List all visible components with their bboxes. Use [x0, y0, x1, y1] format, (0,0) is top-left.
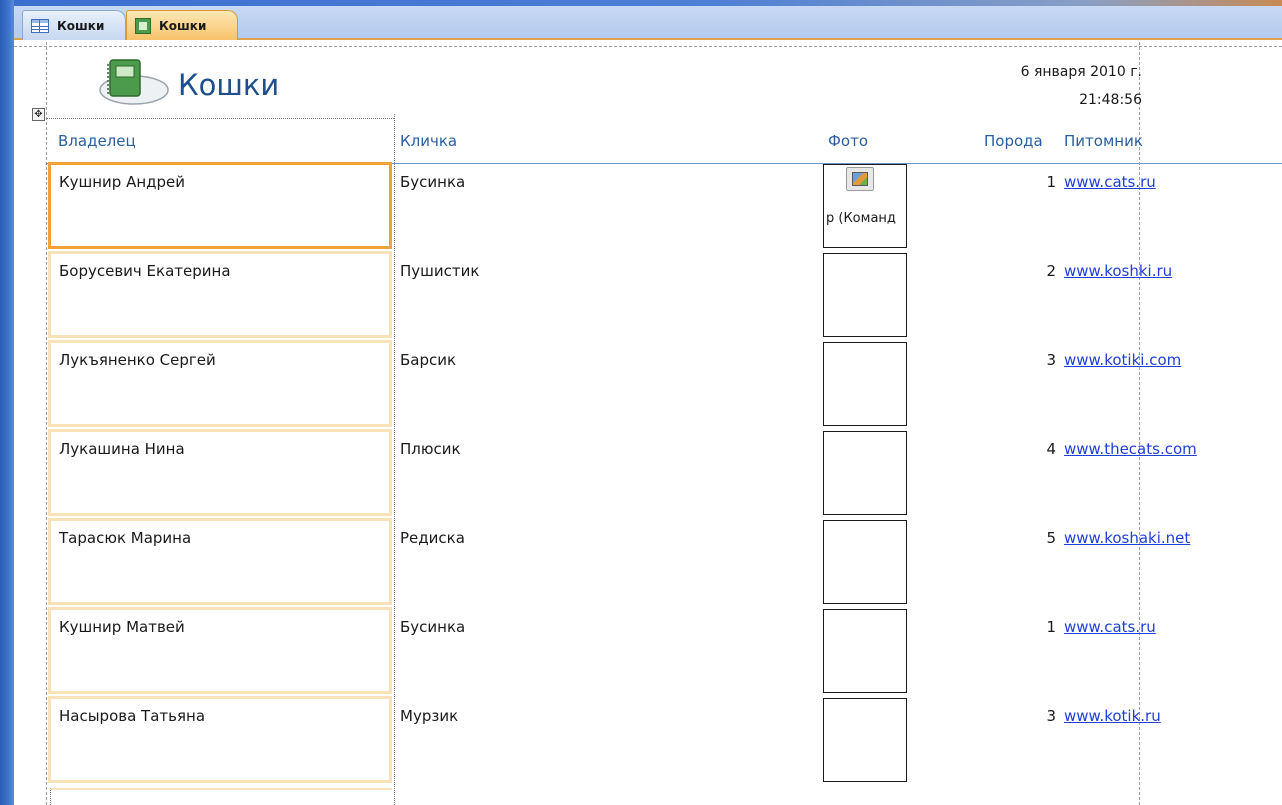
nursery-link[interactable]: www.kotik.ru: [1064, 707, 1161, 725]
photo-field[interactable]: [823, 342, 907, 426]
layout-move-handle[interactable]: ✥: [32, 108, 45, 121]
table-icon: [31, 18, 49, 33]
tab-report-koshki[interactable]: Кошки: [126, 10, 238, 40]
nursery-link[interactable]: www.koshaki.net: [1064, 529, 1190, 547]
nick-field[interactable]: Редиска: [400, 529, 465, 547]
nursery-link[interactable]: www.kotiki.com: [1064, 351, 1181, 369]
breed-field[interactable]: 3: [1014, 707, 1056, 725]
photo-field[interactable]: р (Команд: [823, 164, 907, 248]
tab-label: Кошки: [159, 18, 207, 33]
nursery-link[interactable]: www.cats.ru: [1064, 173, 1156, 191]
breed-field[interactable]: 3: [1014, 351, 1056, 369]
breed-field[interactable]: 2: [1014, 262, 1056, 280]
report-row: Лукъяненко Сергей Барсик 3 www.kotiki.co…: [14, 340, 1282, 429]
column-header-nursery: Питомник: [1064, 132, 1143, 150]
nick-field[interactable]: Пушистик: [400, 262, 479, 280]
report-row: Кушнир Андрей Бусинка р (Команд 1 www.ca…: [14, 162, 1282, 251]
nursery-link[interactable]: www.thecats.com: [1064, 440, 1197, 458]
photo-field[interactable]: [823, 609, 907, 693]
owner-field[interactable]: Тарасюк Марина: [48, 518, 392, 605]
photo-field[interactable]: [823, 698, 907, 782]
report-row: Тарасюк Марина Редиска 5 www.koshaki.net: [14, 518, 1282, 607]
tab-label: Кошки: [57, 18, 105, 33]
report-row: Насырова Татьяна Мурзик 3 www.kotik.ru: [14, 696, 1282, 785]
column-header-breed: Порода: [984, 132, 1043, 150]
breed-field[interactable]: 5: [1014, 529, 1056, 547]
owner-field[interactable]: Кушнир Матвей: [48, 607, 392, 694]
report-time: 21:48:56: [1079, 92, 1142, 108]
owner-field[interactable]: Лукашина Нина: [48, 429, 392, 516]
breed-field[interactable]: 1: [1014, 618, 1056, 636]
image-attachment-icon: [846, 167, 874, 191]
breed-field[interactable]: 1: [1014, 173, 1056, 191]
document-tab-strip: Кошки Кошки: [14, 6, 1282, 40]
next-record-stub: [50, 788, 392, 805]
nick-field[interactable]: Барсик: [400, 351, 456, 369]
nursery-link[interactable]: www.cats.ru: [1064, 618, 1156, 636]
photo-caption: р (Команд: [826, 211, 896, 226]
column-header-nick: Кличка: [400, 132, 458, 150]
nick-field[interactable]: Мурзик: [400, 707, 458, 725]
owner-field[interactable]: Насырова Татьяна: [48, 696, 392, 783]
owner-field[interactable]: Кушнир Андрей: [48, 162, 392, 249]
nick-field[interactable]: Бусинка: [400, 618, 465, 636]
report-icon: [135, 17, 151, 34]
nick-field[interactable]: Плюсик: [400, 440, 461, 458]
column-header-owner: Владелец: [58, 132, 136, 150]
photo-field[interactable]: [823, 253, 907, 337]
owner-field[interactable]: Борусевич Екатерина: [48, 251, 392, 338]
nick-field[interactable]: Бусинка: [400, 173, 465, 191]
column-header-photo: Фото: [828, 132, 869, 150]
layout-guide: [46, 118, 394, 119]
report-date: 6 января 2010 г.: [1020, 64, 1142, 80]
window-frame-left: [0, 0, 14, 805]
report-row: Лукашина Нина Плюсик 4 www.thecats.com: [14, 429, 1282, 518]
nursery-link[interactable]: www.koshki.ru: [1064, 262, 1172, 280]
report-canvas: Кошки 6 января 2010 г. 21:48:56 ✥ Владел…: [14, 42, 1282, 805]
report-row: Кушнир Матвей Бусинка 1 www.cats.ru: [14, 607, 1282, 696]
report-title: Кошки: [178, 68, 280, 102]
report-row: Борусевич Екатерина Пушистик 2 www.koshk…: [14, 251, 1282, 340]
photo-field[interactable]: [823, 431, 907, 515]
owner-field[interactable]: Лукъяненко Сергей: [48, 340, 392, 427]
tab-table-koshki[interactable]: Кошки: [22, 10, 126, 40]
photo-field[interactable]: [823, 520, 907, 604]
top-margin-guide: [14, 46, 1282, 47]
report-logo-icon: [99, 59, 169, 105]
breed-field[interactable]: 4: [1014, 440, 1056, 458]
